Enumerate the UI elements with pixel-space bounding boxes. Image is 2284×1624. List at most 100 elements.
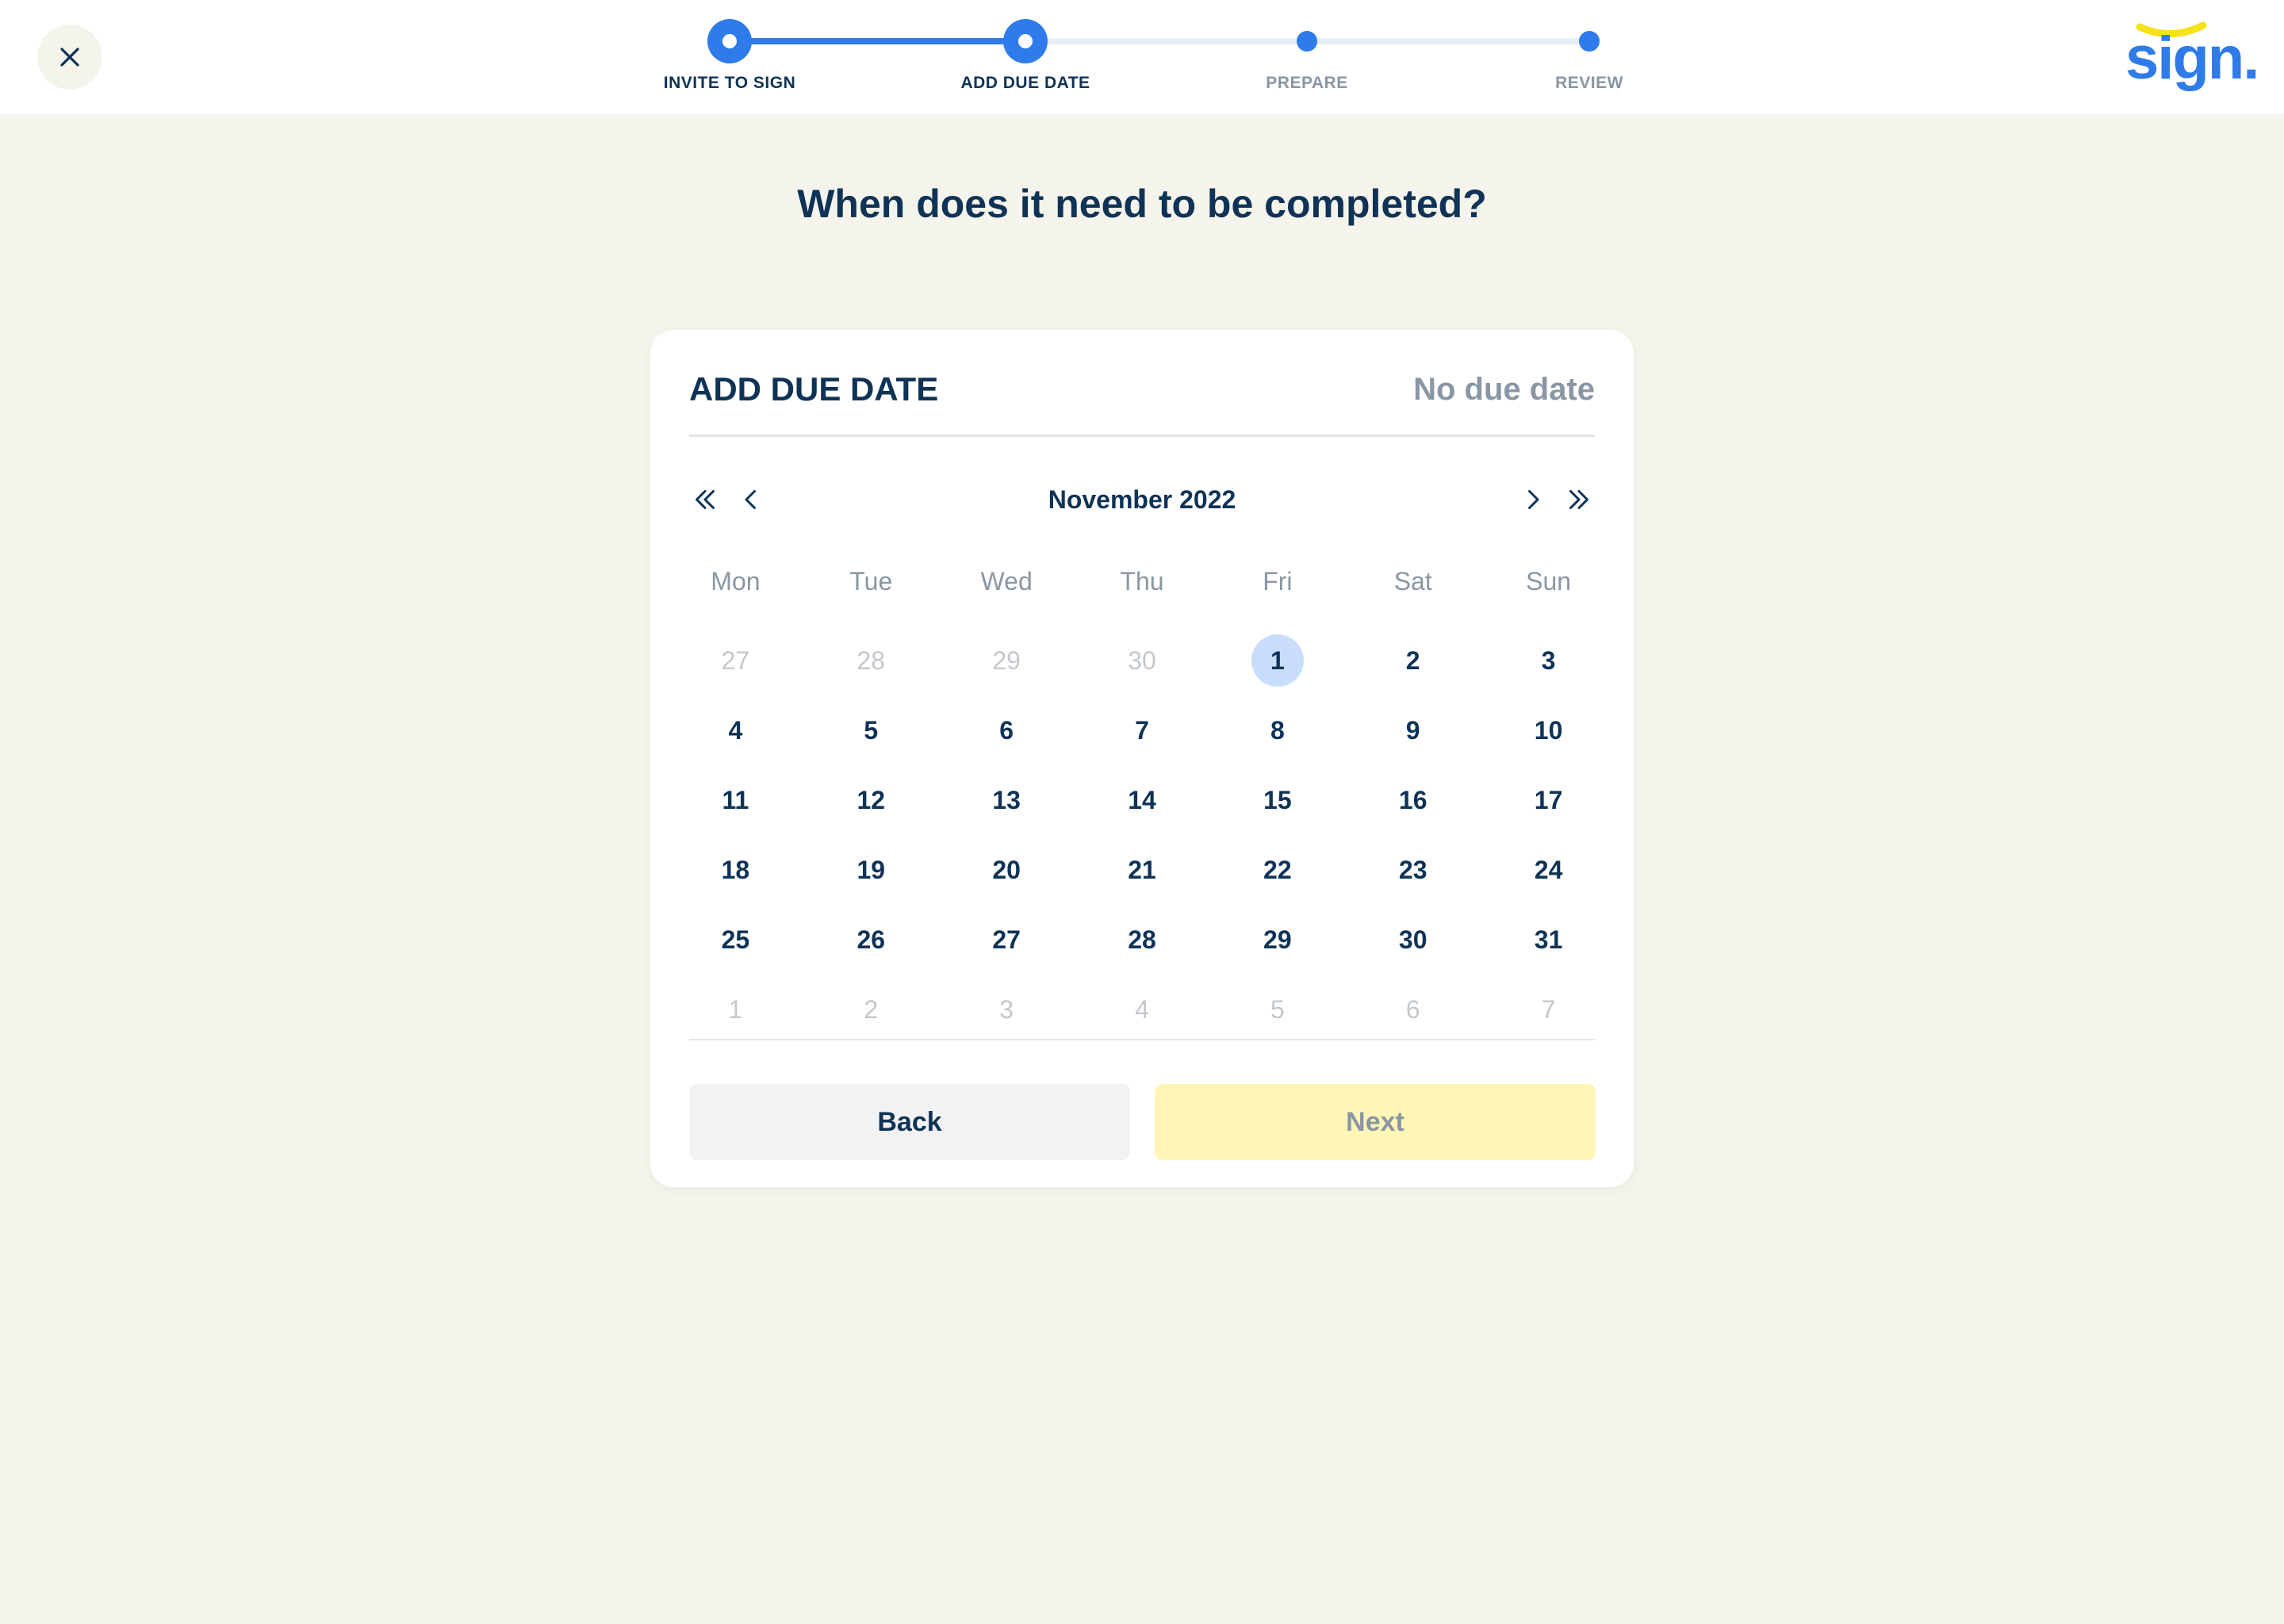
double-chevron-left-icon [696, 490, 715, 509]
calendar-day[interactable]: 16 [1345, 765, 1481, 835]
calendar-day[interactable]: 23 [1345, 835, 1481, 905]
calendar-day[interactable]: 8 [1209, 695, 1345, 765]
calendar-day[interactable]: 2 [1345, 626, 1481, 695]
step-node-add-due-date[interactable] [1003, 19, 1048, 63]
calendar-day[interactable]: 4 [1075, 975, 1210, 1044]
calendar-day-number: 2 [864, 994, 879, 1024]
calendar-day-number: 4 [728, 715, 743, 745]
calendar-day[interactable]: 7 [1075, 695, 1210, 765]
calendar-day[interactable]: 14 [1075, 765, 1210, 835]
weekday-wed: Wed [980, 567, 1033, 596]
calendar-day-number: 25 [721, 925, 750, 954]
calendar-day-number: 2 [1405, 645, 1420, 675]
calendar-day[interactable]: 2 [803, 975, 939, 1044]
calendar-day[interactable]: 28 [1075, 905, 1210, 975]
calendar-day[interactable]: 28 [803, 626, 939, 695]
calendar-day-number: 3 [1541, 645, 1556, 675]
calendar-day-number: 9 [1405, 715, 1420, 745]
page-title: When does it need to be completed? [797, 182, 1487, 226]
next-button[interactable]: Next [1155, 1084, 1596, 1160]
calendar-day[interactable]: 5 [1209, 975, 1345, 1044]
due-date-card: ADD DUE DATE No due date November 2022 M… [650, 330, 1634, 1187]
calendar-day[interactable]: 29 [1209, 905, 1345, 975]
weekday-thu: Thu [1120, 567, 1164, 596]
calendar-day-number: 7 [1135, 715, 1149, 745]
step-label-review: REVIEW [1555, 74, 1623, 92]
calendar-day-number: 4 [1135, 994, 1149, 1024]
calendar-day[interactable]: 13 [939, 765, 1075, 835]
calendar-day-today[interactable]: 1 [1209, 626, 1345, 695]
calendar-day[interactable]: 31 [1481, 905, 1616, 975]
calendar-day[interactable]: 18 [668, 835, 803, 905]
calendar-day-number: 6 [999, 715, 1014, 745]
calendar-day[interactable]: 26 [803, 905, 939, 975]
calendar-day-number: 20 [992, 855, 1021, 884]
calendar-day-number: 5 [1270, 994, 1285, 1024]
calendar-day[interactable]: 15 [1209, 765, 1345, 835]
chevron-right-icon [1528, 490, 1539, 509]
calendar-day[interactable]: 25 [668, 905, 803, 975]
next-nav-group [1517, 484, 1595, 515]
weekday-header: Mon Tue Wed Thu Fri Sat Sun [668, 561, 1616, 601]
calendar-day[interactable]: 3 [939, 975, 1075, 1044]
calendar-day-number: 1 [728, 994, 743, 1024]
calendar-day[interactable]: 27 [939, 905, 1075, 975]
calendar-day-number: 13 [992, 785, 1021, 814]
calendar-day[interactable]: 27 [668, 626, 803, 695]
calendar-day[interactable]: 17 [1481, 765, 1616, 835]
calendar-day[interactable]: 11 [668, 765, 803, 835]
calendar-day[interactable]: 30 [1345, 905, 1481, 975]
step-node-review [1579, 31, 1600, 52]
calendar-day-number: 11 [722, 785, 749, 814]
calendar-day[interactable]: 1 [668, 975, 803, 1044]
header-divider [689, 435, 1595, 437]
calendar-day-number: 16 [1398, 785, 1428, 814]
prev-month-button[interactable] [735, 484, 767, 515]
calendar-day[interactable]: 9 [1345, 695, 1481, 765]
calendar-day-number: 26 [856, 925, 886, 954]
calendar-day[interactable]: 5 [803, 695, 939, 765]
calendar-day-number: 28 [856, 645, 886, 675]
calendar-day-number: 28 [1128, 925, 1156, 954]
calendar-divider [689, 1039, 1595, 1040]
back-button[interactable]: Back [689, 1084, 1130, 1160]
calendar-day[interactable]: 7 [1481, 975, 1616, 1044]
logo-text: sign. [2125, 25, 2259, 92]
calendar-day[interactable]: 30 [1075, 626, 1210, 695]
chevron-left-icon [745, 490, 756, 509]
prev-nav-group [689, 484, 767, 515]
calendar-day-number: 15 [1263, 785, 1292, 814]
calendar-day[interactable]: 29 [939, 626, 1075, 695]
calendar-day[interactable]: 21 [1075, 835, 1210, 905]
calendar-day-number: 7 [1541, 994, 1556, 1024]
calendar-day-number: 19 [856, 855, 886, 884]
step-node-invite-to-sign[interactable] [707, 19, 752, 63]
calendar-days-grid: 27 28 29 30 1 2 3 4 5 6 7 8 9 10 11 12 13 14 15 16 17 18 19 20 2… [668, 626, 1616, 1044]
calendar-day-number: 10 [1534, 715, 1563, 745]
calendar-day[interactable]: 24 [1481, 835, 1616, 905]
step-label-prepare: PREPARE [1266, 74, 1348, 92]
calendar-day-number: 12 [856, 785, 886, 814]
calendar-day[interactable]: 22 [1209, 835, 1345, 905]
next-month-button[interactable] [1517, 484, 1549, 515]
calendar-day[interactable]: 19 [803, 835, 939, 905]
calendar-navigation: November 2022 [689, 476, 1595, 523]
calendar-day-number: 22 [1263, 855, 1292, 884]
sign-logo: sign. [2125, 21, 2259, 92]
calendar-day-number: 24 [1534, 855, 1563, 884]
calendar-day-number: 30 [1398, 925, 1428, 954]
calendar-day[interactable]: 20 [939, 835, 1075, 905]
calendar-day[interactable]: 12 [803, 765, 939, 835]
weekday-sat: Sat [1393, 567, 1432, 596]
calendar-day[interactable]: 6 [1345, 975, 1481, 1044]
prev-year-button[interactable] [689, 484, 721, 515]
calendar-day[interactable]: 4 [668, 695, 803, 765]
calendar-day-number: 3 [999, 994, 1014, 1024]
calendar-day[interactable]: 6 [939, 695, 1075, 765]
card-title: ADD DUE DATE [689, 370, 939, 408]
month-label: November 2022 [1048, 485, 1236, 514]
next-year-button[interactable] [1563, 484, 1595, 515]
no-due-date-link[interactable]: No due date [1413, 372, 1595, 408]
calendar-day[interactable]: 3 [1481, 626, 1616, 695]
calendar-day[interactable]: 10 [1481, 695, 1616, 765]
